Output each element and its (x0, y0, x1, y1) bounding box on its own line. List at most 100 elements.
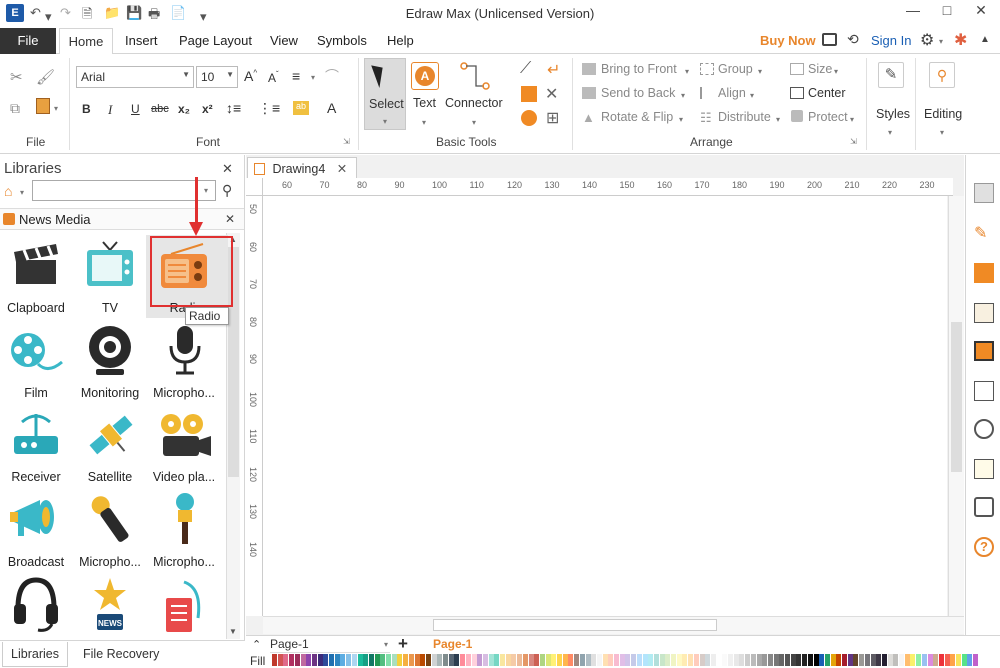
color-swatch[interactable] (608, 654, 614, 666)
color-swatch[interactable] (973, 654, 979, 666)
bring-to-front-button[interactable]: Bring to Front (601, 62, 677, 76)
color-swatch[interactable] (767, 654, 773, 666)
line-tool-icon[interactable]: ⟋ (520, 60, 531, 78)
color-swatch[interactable] (631, 654, 637, 666)
bullet-list-icon[interactable]: ⋮≡ (258, 100, 280, 117)
rotate-icon[interactable]: ▲ (582, 110, 595, 125)
color-swatch[interactable] (745, 654, 751, 666)
color-swatch[interactable] (933, 654, 939, 666)
tab-home[interactable]: Home (59, 28, 113, 55)
color-swatch[interactable] (642, 654, 648, 666)
page-nav-up-icon[interactable]: ⌃ (252, 638, 261, 651)
color-swatch[interactable] (557, 654, 562, 666)
note-icon[interactable] (974, 459, 994, 479)
font-size-select[interactable]: 10 ▼ (196, 66, 238, 88)
color-swatch[interactable] (813, 654, 819, 666)
color-swatch[interactable] (448, 654, 454, 666)
tab-file-recovery[interactable]: File Recovery (83, 647, 159, 661)
news-star-icon[interactable]: NEWS (92, 576, 128, 634)
color-swatch[interactable] (716, 654, 722, 666)
color-swatch[interactable] (574, 654, 580, 666)
color-swatch[interactable] (653, 654, 659, 666)
color-swatch[interactable] (625, 654, 631, 666)
chevron-down-icon[interactable]: ▾ (750, 91, 754, 100)
color-swatch[interactable] (294, 654, 300, 666)
color-swatch[interactable] (921, 654, 927, 666)
clapboard-icon[interactable] (12, 240, 60, 288)
library-item-label[interactable]: Video pla... (146, 470, 222, 484)
color-swatch[interactable] (916, 654, 922, 666)
color-swatch[interactable] (471, 654, 477, 666)
color-swatch[interactable] (728, 654, 733, 666)
color-swatch[interactable] (676, 654, 682, 666)
color-swatch[interactable] (380, 654, 386, 666)
chevron-down-icon[interactable]: ▾ (204, 186, 208, 195)
crosshair-tool-icon[interactable]: ✕ (545, 84, 558, 104)
color-swatch[interactable] (522, 654, 528, 666)
color-swatch[interactable] (961, 654, 967, 666)
vertical-scrollbar[interactable] (948, 196, 964, 616)
color-swatch[interactable] (534, 654, 540, 666)
format-painter-icon[interactable]: 🖌 (36, 68, 55, 86)
chevron-down-icon[interactable]: ▾ (679, 115, 683, 124)
drawing-page[interactable] (263, 196, 947, 616)
color-swatch[interactable] (585, 654, 591, 666)
tab-view[interactable]: View (270, 33, 298, 48)
color-swatch[interactable] (317, 654, 323, 666)
video-player-icon[interactable] (157, 412, 213, 460)
color-swatch[interactable] (277, 654, 283, 666)
color-swatch[interactable] (733, 654, 739, 666)
receiver-icon[interactable] (10, 410, 62, 462)
close-window-button[interactable]: ✕ (966, 2, 996, 24)
chevron-down-icon[interactable]: ▾ (834, 67, 838, 76)
styles-icon[interactable]: ✎ (878, 62, 904, 88)
italic-button[interactable]: I (108, 102, 112, 118)
color-swatch[interactable] (705, 654, 711, 666)
color-swatch[interactable] (938, 654, 944, 666)
color-swatch[interactable] (306, 654, 312, 666)
color-swatch[interactable] (790, 654, 796, 666)
bold-button[interactable]: B (82, 102, 91, 116)
color-swatch[interactable] (785, 654, 790, 666)
size-icon[interactable] (790, 63, 804, 75)
center-icon[interactable] (790, 87, 804, 99)
tab-insert[interactable]: Insert (125, 33, 158, 48)
page-select[interactable]: Page-1 ▾ (270, 637, 390, 653)
select-tool-button[interactable]: Select ▾ (364, 58, 406, 130)
strikethrough-button[interactable]: abc (151, 103, 169, 115)
color-swatch[interactable] (511, 654, 517, 666)
color-swatch[interactable] (904, 654, 910, 666)
color-swatch[interactable] (836, 654, 842, 666)
color-swatch[interactable] (368, 654, 374, 666)
line-spacing-icon[interactable]: ↕≡ (226, 100, 241, 116)
library-item-label[interactable]: TV (72, 301, 148, 315)
search-icon[interactable]: ⚲ (222, 182, 232, 199)
color-swatch[interactable] (482, 654, 488, 666)
line-style-icon[interactable]: ✎ (974, 223, 994, 243)
color-swatch[interactable] (659, 654, 665, 666)
microphone-handheld-icon[interactable] (86, 492, 136, 548)
color-swatch[interactable] (887, 654, 893, 666)
category-header[interactable]: News Media ✕ (0, 208, 244, 230)
color-swatch[interactable] (927, 654, 933, 666)
subscript-button[interactable]: x₂ (178, 102, 190, 116)
color-swatch[interactable] (517, 654, 523, 666)
tv-icon[interactable] (85, 240, 135, 290)
share-icon[interactable]: ⟲ (847, 31, 859, 48)
newspaper-icon[interactable] (162, 578, 204, 634)
color-swatch[interactable] (796, 654, 802, 666)
headphones-icon[interactable] (12, 576, 60, 632)
minimize-button[interactable]: — (898, 2, 928, 24)
color-swatch[interactable] (881, 654, 887, 666)
film-icon[interactable] (8, 330, 64, 374)
color-swatch[interactable] (819, 654, 825, 666)
tab-page-layout[interactable]: Page Layout (179, 33, 252, 48)
send-to-back-button[interactable]: Send to Back (601, 86, 675, 100)
color-swatch[interactable] (648, 654, 654, 666)
color-swatch[interactable] (346, 654, 352, 666)
color-swatch[interactable] (334, 654, 340, 666)
collapse-ribbon-icon[interactable]: ▲ (980, 34, 990, 45)
settings-dropdown-icon[interactable]: ▾ (939, 37, 943, 46)
document-tab[interactable]: Drawing4 ✕ (247, 157, 357, 179)
superscript-button[interactable]: x² (202, 102, 213, 116)
